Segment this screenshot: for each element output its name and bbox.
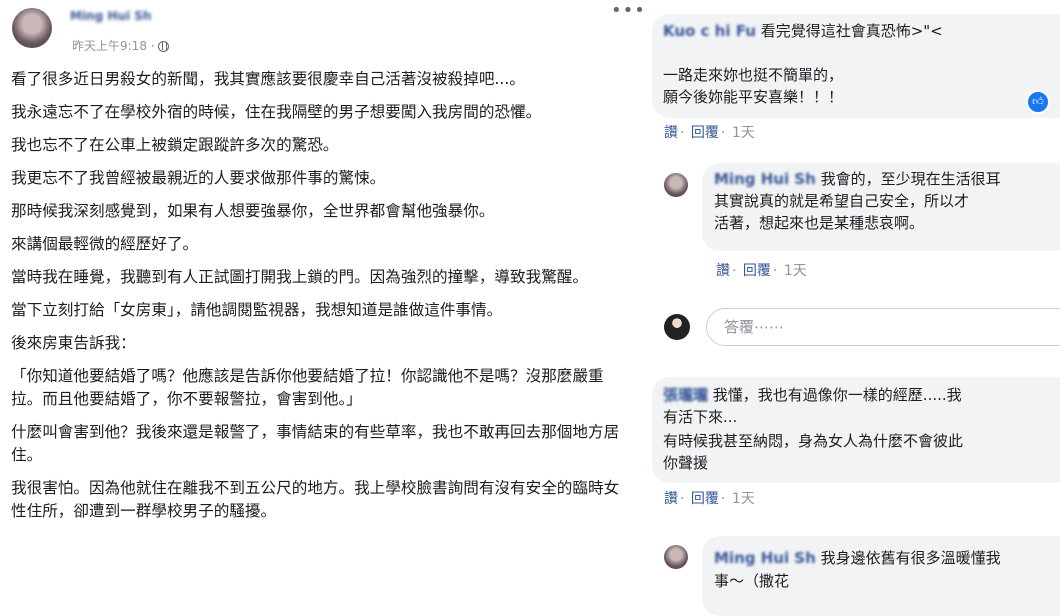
post-meta: 昨天上午9:18 · (72, 38, 169, 54)
commenter-avatar[interactable] (664, 173, 688, 197)
commenter-avatar[interactable] (664, 545, 688, 569)
globe-icon[interactable] (157, 40, 169, 52)
comment-3-line-1: 張瓏瓏 我懂，我也有過像你一樣的經歷.....我 (663, 384, 962, 406)
like-link[interactable]: 讚 (716, 263, 730, 279)
current-user-avatar (664, 314, 690, 340)
comment-1-line-1: Kuo c hi Fu 看完覺得這社會真恐怖>"< (663, 20, 943, 42)
reply-input[interactable]: 答覆⋯⋯ (706, 308, 1060, 346)
comment-text: 活著，想起來也是某種悲哀啊。 (714, 214, 925, 232)
post-paragraph: 我也忘不了在公車上被鎖定跟蹤許多次的驚恐。 (11, 136, 339, 154)
comment-actions: 讚 · 回覆 · 1天 (664, 125, 755, 141)
reply-link[interactable]: 回覆 (691, 491, 719, 507)
post-paragraph: 那時候我深刻感覺到，如果有人想要強暴你，全世界都會幫他強暴你。 (11, 202, 495, 220)
post-paragraph: 當時我在睡覺，我聽到有人正試圖打開我上鎖的門。因為強烈的撞擊，導致我驚醒。 (11, 268, 588, 286)
comment-text: 其實說真的就是希望自己安全，所以才 (714, 192, 970, 210)
comment-text: 有時候我甚至納悶，身為女人為什麼不會彼此 (663, 432, 964, 450)
author-name[interactable]: Ming Hui Sh (70, 9, 151, 23)
post-paragraph: 來講個最輕微的經歷好了。 (11, 235, 199, 253)
comment-text: 願今後妳能平安喜樂！！！ (663, 88, 844, 106)
post-paragraph: 看了很多近日男殺女的新聞，我其實應該要很慶幸自己活著沒被殺掉吧...。 (11, 70, 525, 88)
like-link[interactable]: 讚 (664, 491, 678, 507)
comment-2-line-1: Ming Hui Sh 我會的，至少現在生活很耳 (714, 168, 1001, 190)
comment-text: 看完覺得這社會真恐怖>"< (760, 22, 943, 40)
comment-text: 事～（撒花 (714, 572, 790, 590)
post-paragraph: 我很害怕。因為他就住在離我不到五公尺的地方。我上學校臉書詢問有沒有安全的臨時女性… (11, 479, 620, 520)
comment-text: 我懂，我也有過像你一樣的經歷.....我 (712, 386, 962, 404)
more-options-icon[interactable]: ••• (611, 2, 645, 20)
post-paragraph: 「你知道他要結婚了嗎？他應該是告訴你他要結婚了拉！你認識他不是嗎？沒那麼嚴重拉。… (11, 367, 604, 408)
author-avatar[interactable] (12, 8, 52, 48)
comment-author[interactable]: 張瓏瓏 (663, 386, 708, 404)
comment-text: 我身邊依舊有很多溫暖懂我 (820, 549, 1001, 567)
like-link[interactable]: 讚 (664, 125, 678, 141)
post-paragraph: 我更忘不了我曾經被最親近的人要求做那件事的驚悚。 (11, 169, 386, 187)
comment-time[interactable]: 1天 (784, 263, 807, 279)
comment-time[interactable]: 1天 (732, 125, 755, 141)
post-paragraph: 後來房東告訴我： (11, 334, 136, 352)
like-reaction-icon[interactable]: 👍︎ (1026, 90, 1050, 114)
reply-link[interactable]: 回覆 (691, 125, 719, 141)
post-paragraph: 什麼叫會害到他？我後來還是報警了，事情結束的有些草率，我也不敢再回去那個地方居住… (11, 423, 620, 464)
post-time[interactable]: 昨天上午9:18 · (72, 38, 155, 54)
comment-author[interactable]: Kuo c hi Fu (663, 22, 756, 40)
comment-author[interactable]: Ming Hui Sh (714, 549, 816, 567)
post-paragraph: 當下立刻打給「女房東」，請他調閱監視器，我想知道是誰做這件事情。 (11, 301, 503, 319)
comment-text: 我會的，至少現在生活很耳 (820, 170, 1001, 188)
post-body: 看了很多近日男殺女的新聞，我其實應該要很慶幸自己活著沒被殺掉吧...。 我永遠忘… (11, 68, 623, 533)
comment-author[interactable]: Ming Hui Sh (714, 170, 816, 188)
post: Ming Hui Sh 昨天上午9:18 · ••• 看了很多近日男殺女的新聞，… (0, 0, 645, 596)
comment-text: 一路走來妳也挺不簡單的， (663, 66, 844, 84)
comment-4-line-1: Ming Hui Sh 我身邊依舊有很多溫暖懂我 (714, 547, 1001, 569)
reply-link[interactable]: 回覆 (743, 263, 771, 279)
comment-actions: 讚 · 回覆 · 1天 (664, 491, 755, 507)
comment-text: 你聲援 (663, 454, 709, 472)
comment-actions: 讚 · 回覆 · 1天 (716, 263, 807, 279)
comment-time[interactable]: 1天 (732, 491, 755, 507)
comment-text: 有活下來... (663, 408, 738, 426)
post-paragraph: 我永遠忘不了在學校外宿的時候，住在我隔壁的男子想要闖入我房間的恐懼。 (11, 103, 542, 121)
